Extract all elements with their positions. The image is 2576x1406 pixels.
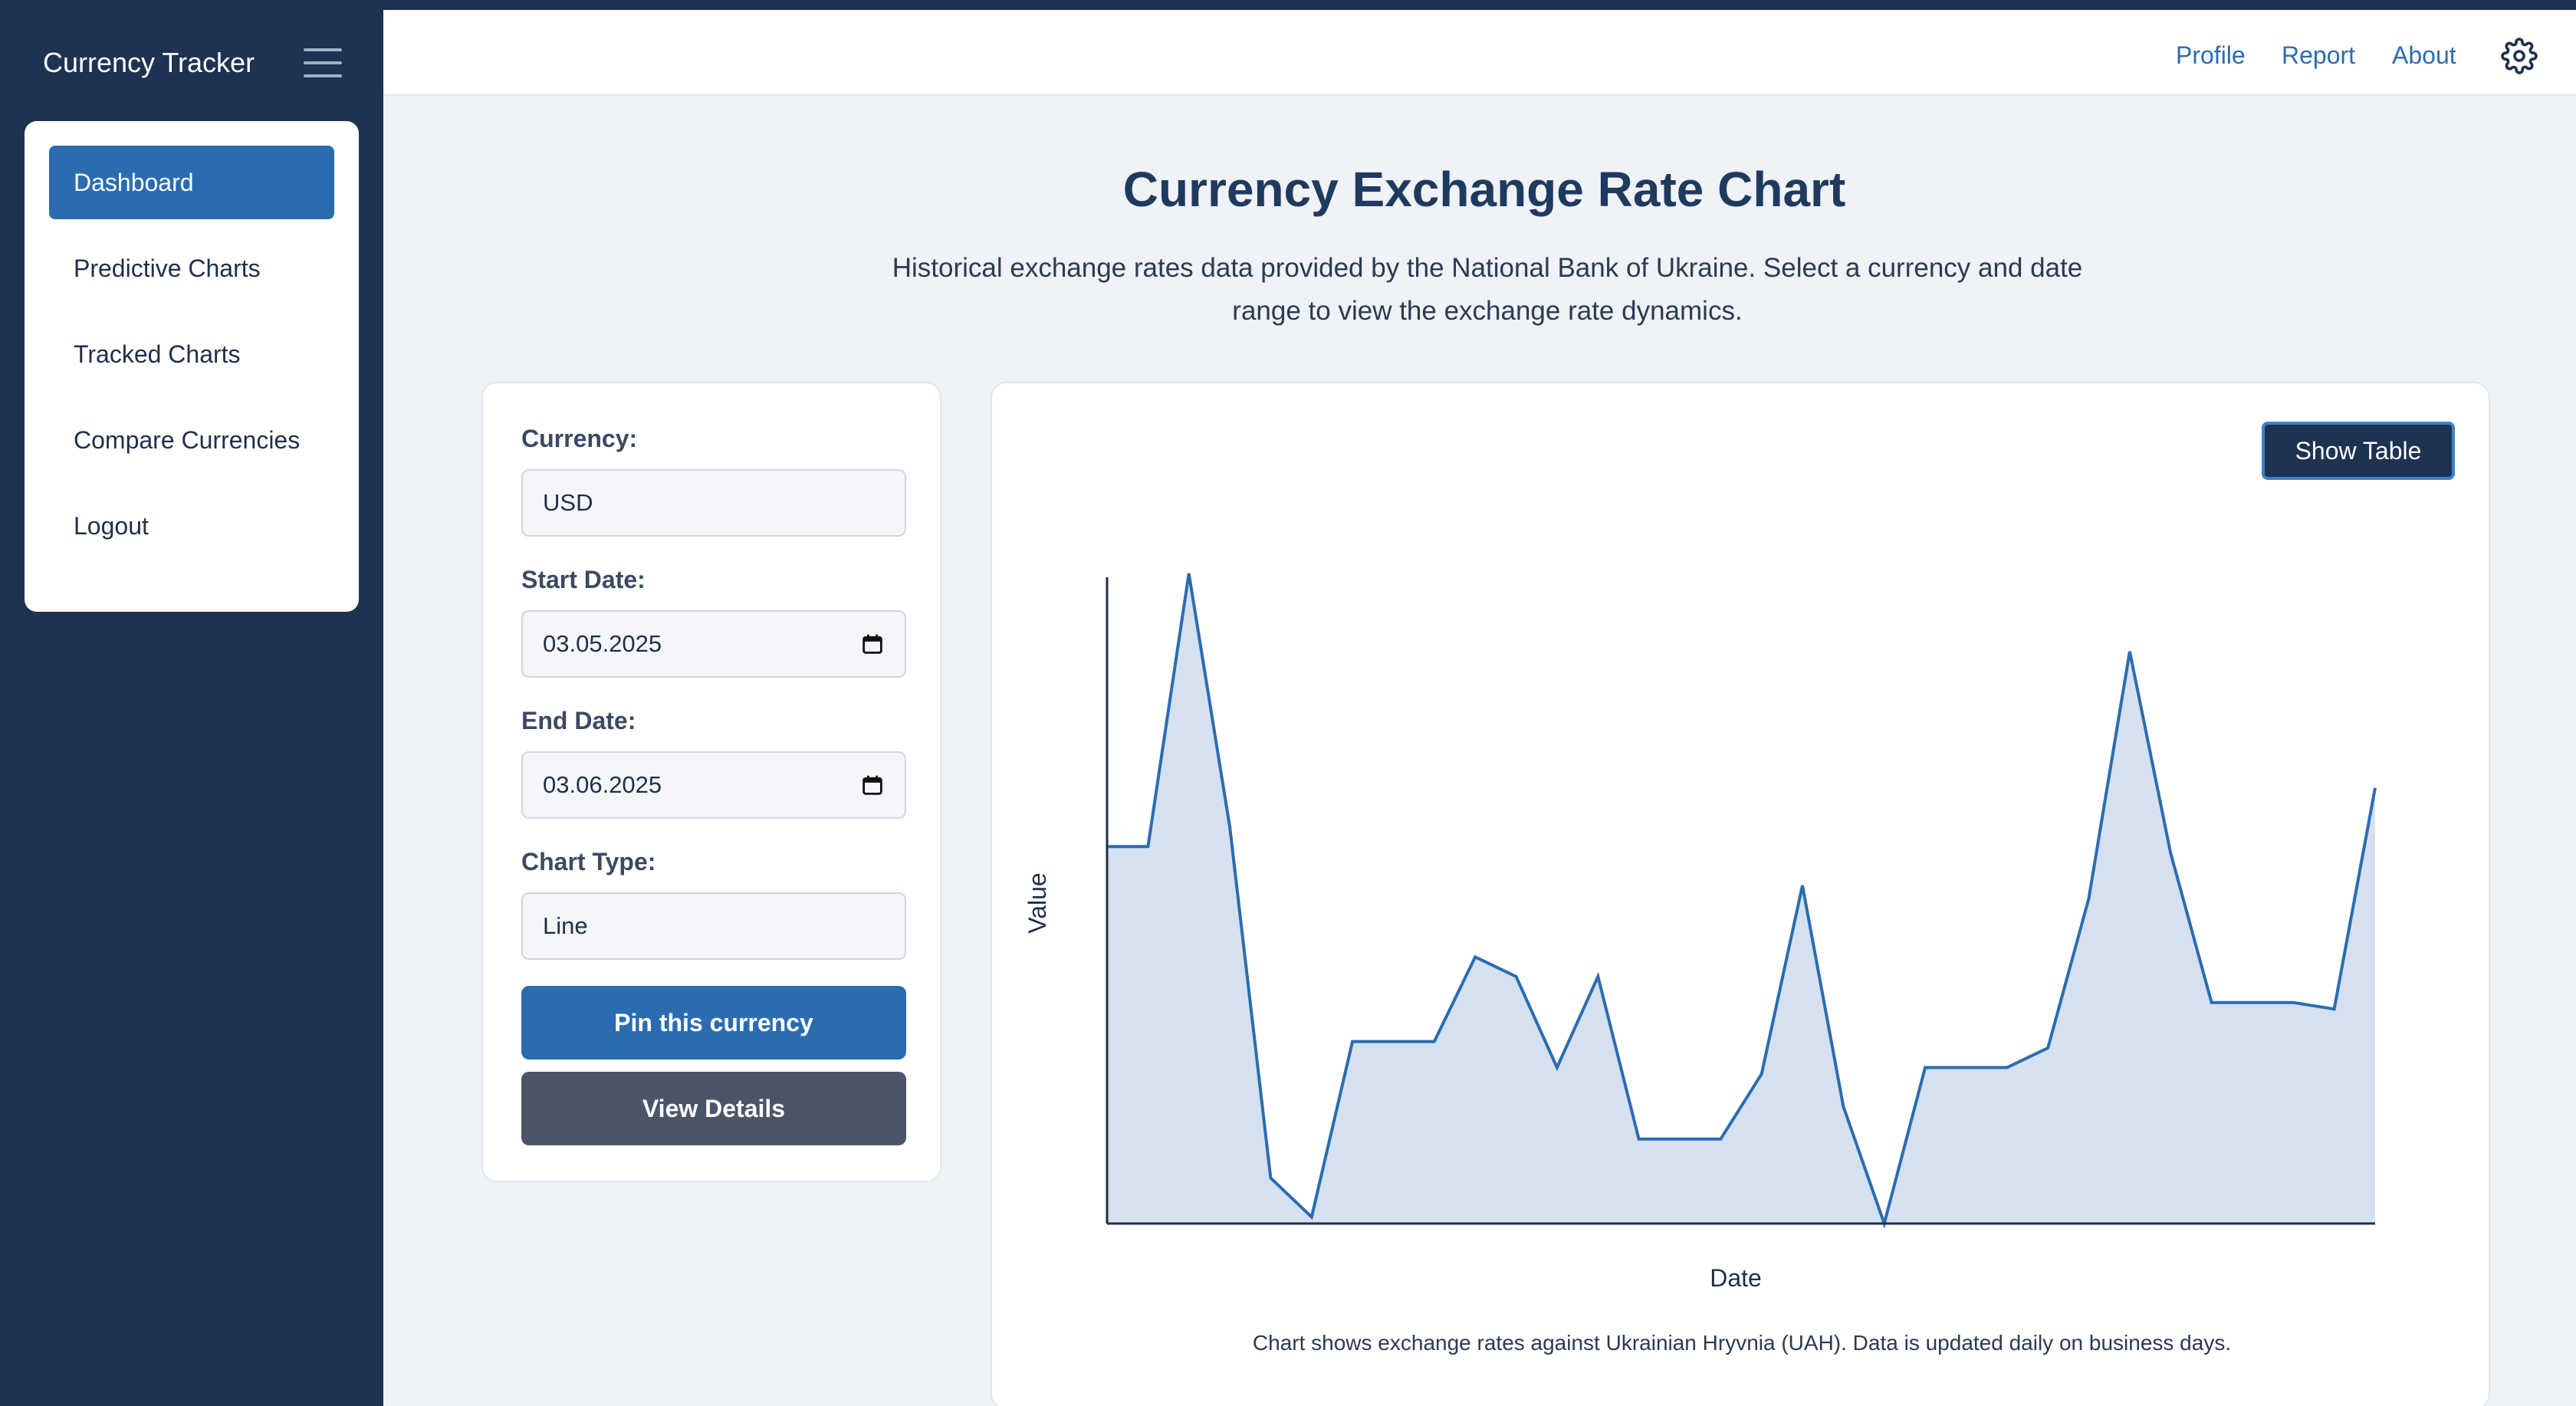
end-date-input[interactable]: 03.06.2025 [521, 751, 906, 819]
currency-select[interactable]: USD [521, 469, 906, 537]
view-details-button[interactable]: View Details [521, 1072, 906, 1145]
profile-link[interactable]: Profile [2176, 36, 2246, 74]
top-header: Profile Report About [383, 10, 2576, 96]
page-title: Currency Exchange Rate Chart [1122, 162, 1846, 217]
calendar-icon[interactable] [862, 633, 883, 655]
sidebar-item-logout[interactable]: Logout [49, 489, 334, 563]
gear-icon[interactable] [2501, 38, 2538, 74]
pin-currency-button[interactable]: Pin this currency [521, 986, 906, 1059]
page-description: Historical exchange rates data provided … [892, 253, 2083, 326]
calendar-icon[interactable] [862, 774, 883, 796]
end-date-label: End Date: [521, 707, 636, 734]
start-date-input[interactable]: 03.05.2025 [521, 610, 906, 678]
currency-label: Currency: [521, 425, 638, 452]
chart-card: Value Date Show Table Chart shows exchan… [991, 382, 2490, 1406]
chart-footnote: Chart shows exchange rates against Ukrai… [1252, 1331, 2232, 1355]
exchange-rate-chart: Value Date [1024, 573, 2377, 1292]
sidebar-item-tracked-charts[interactable]: Tracked Charts [49, 317, 334, 391]
chart-type-label: Chart Type: [521, 848, 656, 875]
app-title: Currency Tracker [43, 47, 255, 78]
sidebar-item-dashboard[interactable]: Dashboard [49, 146, 334, 219]
show-table-button[interactable]: Show Table [2262, 422, 2455, 480]
sidebar-nav: Dashboard Predictive Charts Tracked Char… [25, 121, 359, 612]
report-link[interactable]: Report [2282, 36, 2355, 74]
y-axis-title: Value [1024, 872, 1051, 933]
sidebar-item-compare-currencies[interactable]: Compare Currencies [49, 403, 334, 477]
sidebar-item-predictive-charts[interactable]: Predictive Charts [49, 232, 334, 305]
x-axis-title: Date [1710, 1264, 1762, 1292]
start-date-value: 03.05.2025 [543, 630, 662, 657]
hamburger-menu-icon[interactable] [304, 48, 342, 77]
sidebar: Currency Tracker Dashboard Predictive Ch… [0, 10, 383, 1406]
start-date-label: Start Date: [521, 566, 646, 593]
top-strip [0, 0, 2576, 10]
series-area [1107, 573, 2375, 1224]
about-link[interactable]: About [2392, 36, 2456, 74]
chart-controls-panel: Currency: USD Start Date: 03.05.2025 End… [481, 382, 941, 1182]
currency-value: USD [543, 489, 593, 516]
end-date-value: 03.06.2025 [543, 771, 662, 798]
chart-type-value: Line [543, 912, 588, 939]
chart-type-select[interactable]: Line [521, 892, 906, 960]
